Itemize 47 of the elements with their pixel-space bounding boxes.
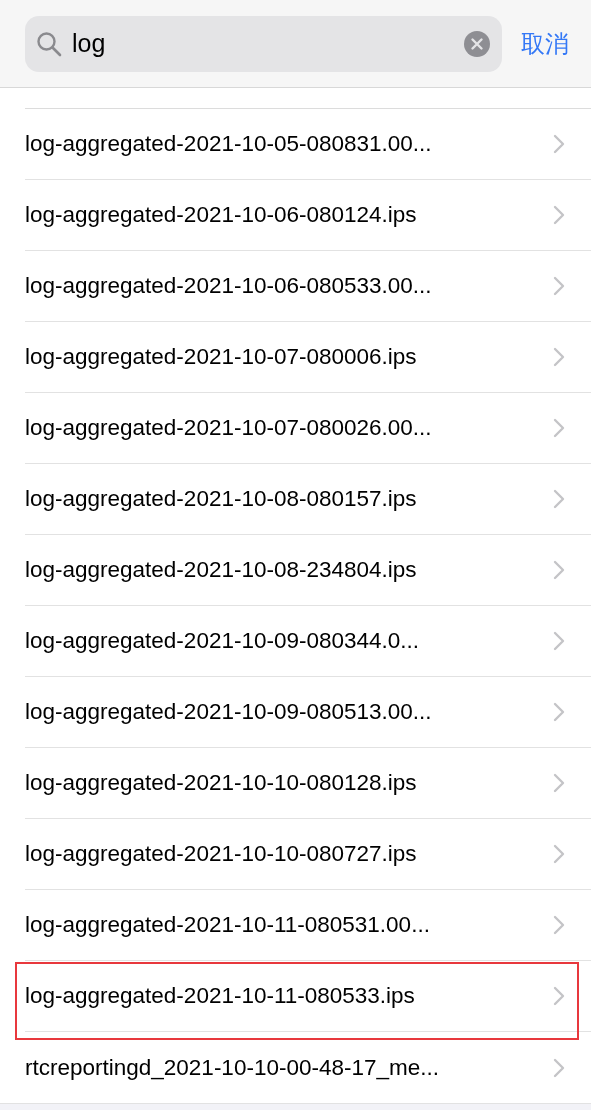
list-row[interactable]: log-aggregated-2021-10-10-080128.ips bbox=[25, 748, 591, 819]
chevron-icon bbox=[553, 1057, 565, 1078]
file-name[interactable]: log-aggregated-2021-10-06-080124.ips bbox=[25, 202, 553, 228]
chevron-icon bbox=[553, 915, 565, 935]
file-name[interactable]: log-aggregated-2021-10-06-080533.00... bbox=[25, 273, 553, 299]
file-name[interactable]: log-aggregated-2021-10-05-080831.00... bbox=[25, 131, 553, 157]
list-row[interactable]: log-aggregated-2021-10-08-234804.ips bbox=[25, 535, 591, 606]
chevron-icon bbox=[553, 773, 565, 793]
file-name[interactable]: log-aggregated-2021-10-09-080344.0... bbox=[25, 628, 553, 654]
list-row[interactable]: log-aggregated-2021-10-06-080124.ips bbox=[25, 180, 591, 251]
list-row[interactable]: log-aggregated-2021-10-06-080533.00... bbox=[25, 251, 591, 322]
file-name[interactable]: log-aggregated-2021-10-10-080727.ips bbox=[25, 841, 553, 867]
chevron-icon bbox=[553, 489, 565, 509]
file-name[interactable]: log-aggregated-2021-10-08-080157.ips bbox=[25, 486, 553, 512]
search-field[interactable]: log bbox=[25, 15, 502, 72]
chevron-icon bbox=[553, 418, 565, 438]
search-icon bbox=[36, 30, 62, 57]
file-name[interactable]: log-aggregated-2021-10-11-080531.00... bbox=[25, 912, 553, 938]
list-row[interactable]: rtcreportingd_2021-10-10-00-48-17_me... bbox=[25, 1032, 591, 1103]
chevron-icon bbox=[553, 205, 565, 225]
list-row[interactable]: log-aggregated-2021-10-08-080157.ips bbox=[25, 464, 591, 535]
file-name[interactable]: log-aggregated-2021-10-11-080533.ips bbox=[25, 983, 553, 1009]
list-row[interactable]: log-aggregated-2021-10-09-080513.00... bbox=[25, 677, 591, 748]
chevron-icon bbox=[553, 276, 565, 296]
chevron-icon bbox=[553, 134, 565, 154]
search-input[interactable]: log bbox=[72, 29, 454, 58]
list-row[interactable]: log-aggregated-2021-10-11-080531.00... bbox=[25, 890, 591, 961]
chevron-icon bbox=[553, 347, 565, 367]
chevron-icon bbox=[553, 844, 565, 864]
chevron-icon bbox=[553, 631, 565, 651]
list-row[interactable]: log-aggregated-2021-10-07-080026.00... bbox=[25, 393, 591, 464]
file-name[interactable]: log-aggregated-2021-10-07-080006.ips bbox=[25, 344, 553, 370]
chevron-icon bbox=[553, 986, 565, 1006]
file-name[interactable]: log-aggregated-2021-10-07-080026.00... bbox=[25, 415, 553, 441]
clear-icon[interactable] bbox=[464, 30, 490, 57]
list-row[interactable]: log-aggregated-2021-10-10-080727.ips bbox=[25, 819, 591, 890]
file-name[interactable]: log-aggregated-2021-10-08-234804.ips bbox=[25, 557, 553, 583]
file-name[interactable]: log-aggregated-2021-10-09-080513.00... bbox=[25, 699, 553, 725]
list-row[interactable]: log-aggregated-2021-10-09-080344.0... bbox=[25, 606, 591, 677]
list-row[interactable]: log-aggregated-2021-10-07-080006.ips bbox=[25, 322, 591, 393]
file-name[interactable]: rtcreportingd_2021-10-10-00-48-17_me... bbox=[25, 1054, 553, 1081]
list-row[interactable]: log-aggregated-2021-10-11-080533.ips bbox=[25, 961, 591, 1032]
cancel-button[interactable]: 取消 bbox=[521, 27, 569, 60]
list-row[interactable]: log-aggregated-2021-10-05-080831.00... bbox=[25, 109, 591, 180]
file-name[interactable]: log-aggregated-2021-10-10-080128.ips bbox=[25, 770, 553, 796]
chevron-icon bbox=[553, 702, 565, 722]
chevron-icon bbox=[553, 560, 565, 580]
